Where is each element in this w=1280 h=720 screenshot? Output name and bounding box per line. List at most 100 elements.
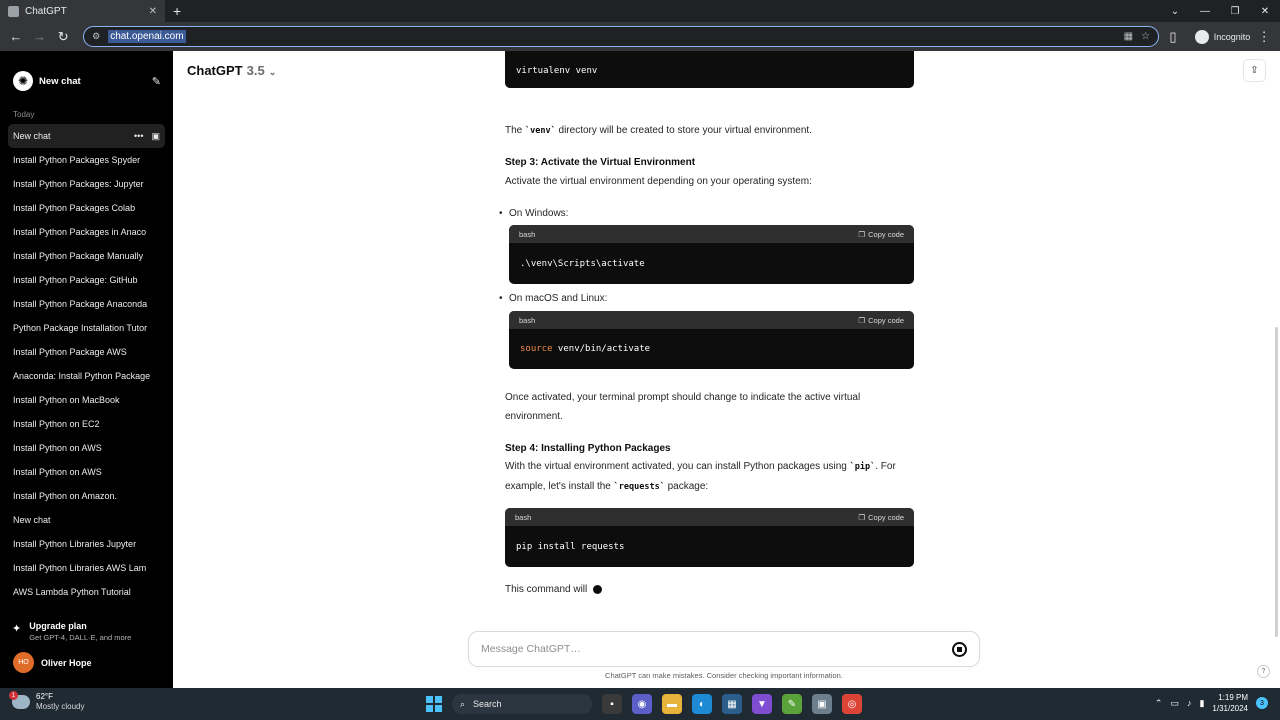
new-chat-label[interactable]: New chat <box>39 76 146 87</box>
qr-code-icon[interactable]: ▦ <box>1124 31 1133 42</box>
chat-history-item[interactable]: AWS Lambda Python Tutorial <box>0 580 173 604</box>
network-icon[interactable]: ▭ <box>1170 698 1179 709</box>
chat-history-item[interactable]: Install Python Packages Spyder <box>0 148 173 172</box>
editor-app-icon[interactable]: ✎ <box>782 694 802 714</box>
chat-history-item[interactable]: Install Python Package Anaconda <box>0 292 173 316</box>
chevron-up-icon[interactable]: ⌃ <box>1155 698 1163 709</box>
code-header: bash ❐ Copy code <box>505 508 914 526</box>
weather-alert-badge: 1 <box>9 691 18 700</box>
chat-history-item[interactable]: Python Package Installation Tutor <box>0 316 173 340</box>
chat-history-item[interactable]: Install Python Package AWS <box>0 340 173 364</box>
chat-history-item[interactable]: Install Python on MacBook <box>0 388 173 412</box>
maximize-icon[interactable]: ❐ <box>1220 6 1250 17</box>
taskbar-search[interactable]: ⌕ Search <box>452 694 592 714</box>
reload-icon[interactable]: ↻ <box>53 27 73 47</box>
step4-heading: Step 4: Installing Python Packages <box>505 443 671 454</box>
scrollbar[interactable] <box>1275 327 1278 637</box>
message-composer[interactable] <box>468 631 980 667</box>
copy-code-button[interactable]: ❐ Copy code <box>858 513 904 522</box>
copy-code-label: Copy code <box>868 512 904 522</box>
edge-browser-icon[interactable]: ◐ <box>692 694 712 714</box>
store-icon[interactable]: ▦ <box>722 694 742 714</box>
chat-history-item-active[interactable]: New chat ••• ▣ <box>8 124 165 148</box>
chat-history-item[interactable]: New chat <box>0 508 173 532</box>
code-header: bash ❐ Copy code <box>509 311 914 329</box>
back-icon[interactable]: ← <box>6 27 26 47</box>
chat-history-item[interactable]: Install Python Libraries Jupyter <box>0 532 173 556</box>
address-bar[interactable]: ⚙ chat.openai.com ▦ ☆ <box>83 26 1160 47</box>
clock[interactable]: 1:19 PM 1/31/2024 <box>1212 692 1248 714</box>
chat-history-item[interactable]: Install Python Packages in Anaco <box>0 220 173 244</box>
upgrade-plan-button[interactable]: ✦ Upgrade plan Get GPT-4, DALL·E, and mo… <box>12 621 131 642</box>
sidepanel-icon[interactable]: ▯ <box>1163 27 1183 47</box>
close-tab-icon[interactable]: ✕ <box>149 6 157 17</box>
chat-history-item[interactable]: Install Python Package: GitHub <box>0 268 173 292</box>
code-text: virtualenv venv <box>516 66 598 76</box>
file-explorer-icon[interactable]: ▬ <box>662 694 682 714</box>
temperature: 62°F <box>36 692 53 701</box>
notification-badge[interactable]: 3 <box>1256 697 1268 709</box>
chat-history-item[interactable]: Install Python Packages: Jupyter <box>0 172 173 196</box>
message-input[interactable] <box>481 643 952 655</box>
incognito-icon <box>1194 29 1209 44</box>
avatar: HO <box>13 652 34 673</box>
browser-tab[interactable]: ChatGPT ✕ <box>0 0 165 22</box>
user-menu-button[interactable]: HO Oliver Hope <box>13 652 92 673</box>
menu-kebab-icon[interactable]: ⋮ <box>1254 27 1274 47</box>
close-window-icon[interactable]: ✕ <box>1250 6 1280 17</box>
system-tray: ⌃ ▭ ♪ ▮ 1:19 PM 1/31/2024 3 <box>1155 692 1268 714</box>
chat-history-item[interactable]: Install Python on AWS <box>0 436 173 460</box>
streaming-text: This command will <box>505 584 588 595</box>
code-language: bash <box>519 315 536 325</box>
weather-widget[interactable]: 1 62°F Mostly cloudy <box>9 691 84 712</box>
stop-icon[interactable] <box>952 641 967 657</box>
photos-icon[interactable]: ▣ <box>812 694 832 714</box>
main-chat-area: ChatGPT 3.5 ⌄ ⇪ virtualenv venv The `ven… <box>173 51 1280 688</box>
code-keyword: source <box>520 344 553 354</box>
incognito-profile[interactable]: Incognito <box>1194 29 1250 44</box>
copy-code-label: Copy code <box>868 315 904 325</box>
url-text[interactable]: chat.openai.com <box>108 30 186 43</box>
copy-code-button[interactable]: ❐ Copy code <box>858 230 904 239</box>
site-info-icon[interactable]: ⚙ <box>92 31 100 42</box>
edit-icon[interactable]: ✎ <box>152 75 161 88</box>
chat-history-item[interactable]: Install Python on Amazon. <box>0 484 173 508</box>
chat-app-icon[interactable]: ◉ <box>632 694 652 714</box>
chrome-icon[interactable]: ◎ <box>842 694 862 714</box>
sidebar-header[interactable]: ✺ New chat ✎ <box>0 51 173 97</box>
forward-icon[interactable]: → <box>30 27 50 47</box>
windows-start-icon[interactable] <box>426 696 442 712</box>
chat-history-item[interactable]: Anaconda: Install Python Package <box>0 364 173 388</box>
chat-history-item[interactable]: Install Python on AWS <box>0 460 173 484</box>
bullet-dot-icon: • <box>499 208 503 219</box>
tab-search-icon[interactable]: ⌄ <box>1160 6 1190 17</box>
search-icon: ⌕ <box>460 698 466 709</box>
model-version: 3.5 <box>246 63 265 78</box>
star-icon[interactable]: ☆ <box>1141 31 1150 42</box>
code-language: bash <box>519 229 536 239</box>
copy-code-label: Copy code <box>868 229 904 239</box>
minimize-icon[interactable]: — <box>1190 6 1220 17</box>
chevron-down-icon: ⌄ <box>268 67 277 77</box>
help-icon[interactable]: ? <box>1257 665 1270 678</box>
model-selector[interactable]: ChatGPT 3.5 ⌄ <box>187 63 276 78</box>
app-icon[interactable]: ▼ <box>752 694 772 714</box>
clock-time: 1:19 PM <box>1218 693 1248 702</box>
chat-history-item[interactable]: Install Python Package Manually <box>0 244 173 268</box>
share-icon[interactable]: ⇪ <box>1243 59 1266 82</box>
model-name: ChatGPT <box>187 63 243 78</box>
task-view-icon[interactable]: ▪ <box>602 694 622 714</box>
more-icon[interactable]: ••• <box>134 131 143 142</box>
chat-history-item[interactable]: Install Python Libraries AWS Lam <box>0 556 173 580</box>
browser-toolbar: ← → ↻ ⚙ chat.openai.com ▦ ☆ ▯ Incognito … <box>0 22 1280 51</box>
new-tab-button[interactable]: + <box>173 3 181 19</box>
chat-history-item[interactable]: Install Python on EC2 <box>0 412 173 436</box>
paragraph: This command will <box>505 580 603 599</box>
battery-icon[interactable]: ▮ <box>1199 698 1204 709</box>
archive-icon[interactable]: ▣ <box>151 131 160 142</box>
copy-code-button[interactable]: ❐ Copy code <box>858 316 904 325</box>
volume-icon[interactable]: ♪ <box>1187 698 1192 708</box>
code-block: virtualenv venv <box>505 51 914 88</box>
chat-history-item[interactable]: Install Python Packages Colab <box>0 196 173 220</box>
code-text: pip install requests <box>516 541 625 552</box>
